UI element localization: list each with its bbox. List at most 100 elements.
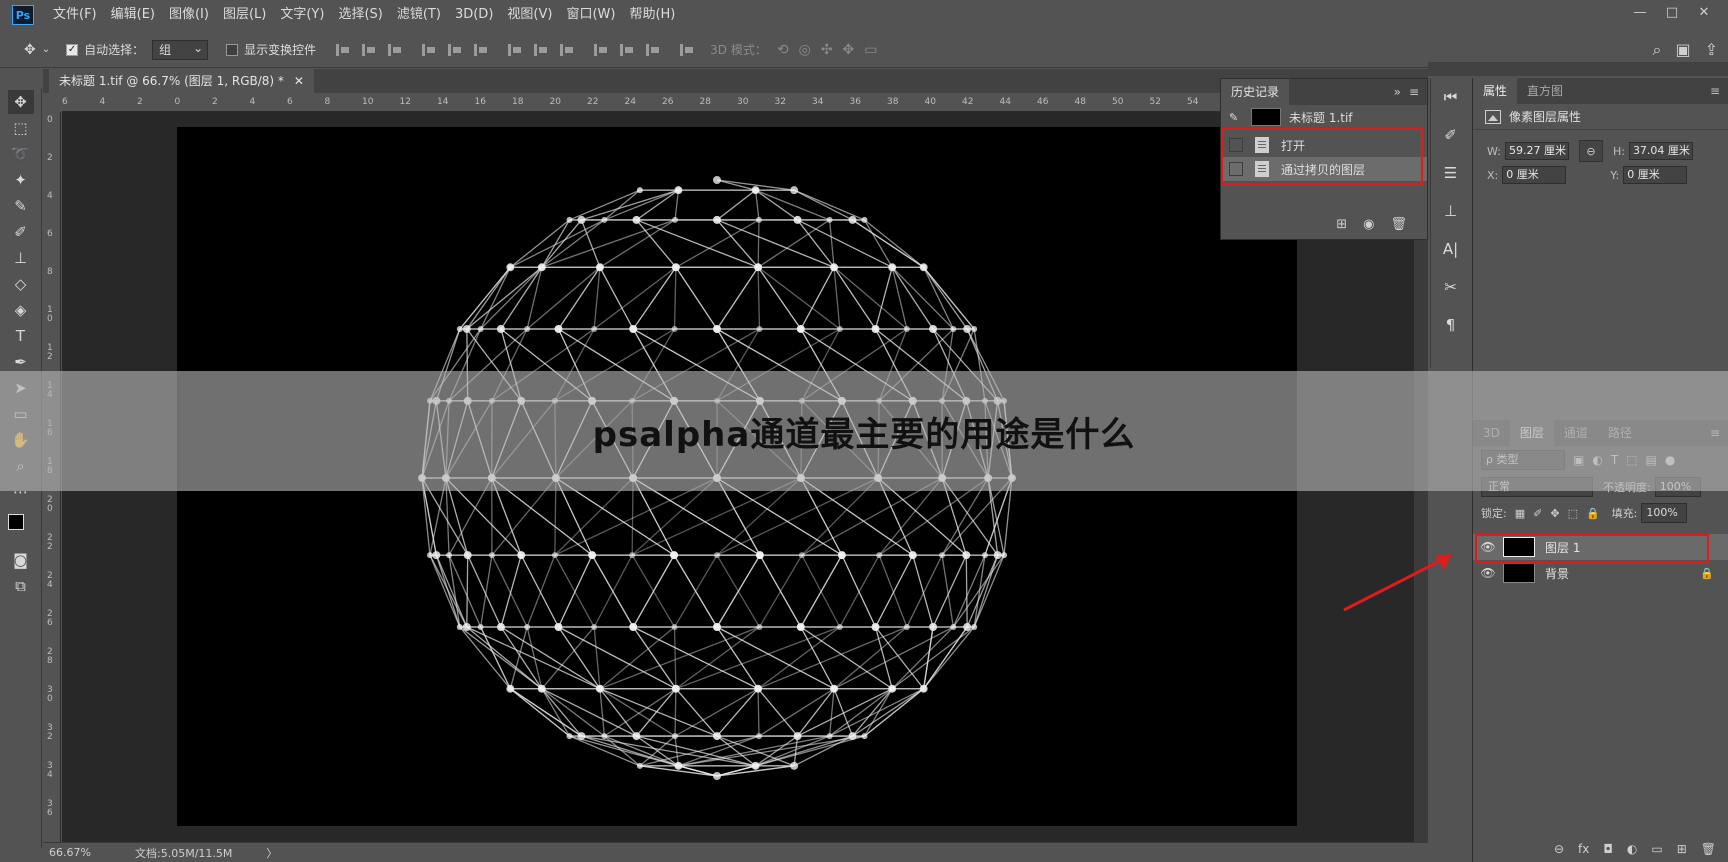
move-tool-preset[interactable]: ✥ ⌄ <box>24 42 50 58</box>
camera-icon[interactable]: ◉ <box>1363 217 1374 239</box>
menu-view[interactable]: 视图(V) <box>500 0 559 30</box>
stamp-dock-icon[interactable]: ⊥ <box>1438 198 1464 224</box>
history-snapshot[interactable]: ✎ 未标题 1.tif <box>1221 105 1427 129</box>
menu-window[interactable]: 窗口(W) <box>559 0 622 30</box>
marquee-tool-icon[interactable]: ⬚ <box>8 116 34 140</box>
minimize-button[interactable]: — <box>1624 0 1656 24</box>
wire-node <box>629 552 636 559</box>
link-layers-icon[interactable]: ⊖ <box>1554 842 1564 862</box>
new-layer-icon[interactable]: ⊞ <box>1677 842 1687 862</box>
menu-filter[interactable]: 滤镜(T) <box>390 0 448 30</box>
distribute-vcenter-icon[interactable] <box>532 42 550 58</box>
new-document-icon[interactable]: ⊞ <box>1336 217 1347 239</box>
paint-bucket-icon[interactable]: ◈ <box>8 298 34 322</box>
show-transform-checkbox[interactable] <box>226 43 239 56</box>
y-field[interactable]: 0 厘米 <box>1623 166 1688 184</box>
lock-artboard-icon[interactable]: ⬚ <box>1568 507 1578 520</box>
distribute-left-icon[interactable] <box>592 42 610 58</box>
auto-select-checkbox[interactable]: ✓ <box>66 43 79 56</box>
adjust-dock-icon[interactable]: ☰ <box>1438 160 1464 186</box>
paragraph-dock-icon[interactable]: ¶ <box>1438 312 1464 338</box>
roll-icon[interactable]: ◎ <box>799 42 811 58</box>
distribute-top-icon[interactable] <box>506 42 524 58</box>
close-tab-icon[interactable]: ✕ <box>294 69 304 93</box>
align-left-icon[interactable] <box>420 42 438 58</box>
panel-collapse-strip[interactable] <box>1428 62 1728 76</box>
wire-node <box>674 761 683 770</box>
document-tab[interactable]: 未标题 1.tif @ 66.7% (图层 1, RGB/8) * ✕ <box>49 69 314 93</box>
color-swatches[interactable] <box>6 512 36 542</box>
lock-all-icon[interactable]: 🔒 <box>1586 507 1600 520</box>
panel-menu-icon[interactable]: ≡ <box>1710 84 1720 98</box>
align-bottom-icon[interactable] <box>386 42 404 58</box>
menu-edit[interactable]: 编辑(E) <box>104 0 162 30</box>
add-mask-icon[interactable]: ◘ <box>1603 842 1613 862</box>
tab-history[interactable]: 历史记录 <box>1221 79 1290 105</box>
foreground-color[interactable] <box>7 514 24 530</box>
menu-image[interactable]: 图像(I) <box>162 0 216 30</box>
link-icon[interactable]: ⊖ <box>1578 140 1603 162</box>
move-tool-icon[interactable]: ✥ <box>7 90 34 114</box>
character-dock-icon[interactable]: A| <box>1438 236 1464 262</box>
width-field[interactable]: 59.27 厘米 <box>1504 142 1569 160</box>
search-icon[interactable]: ⌕ <box>1653 40 1662 60</box>
eyedropper-icon[interactable]: ✎ <box>8 194 34 218</box>
type-tool-icon[interactable]: T <box>8 324 34 348</box>
lasso-tool-icon[interactable]: ➰ <box>8 142 34 166</box>
x-field[interactable]: 0 厘米 <box>1502 166 1567 184</box>
auto-align-icon[interactable] <box>678 42 696 58</box>
distribute-hcenter-icon[interactable] <box>618 42 636 58</box>
panel-menu-icon[interactable]: ≡ <box>1409 85 1419 99</box>
menu-select[interactable]: 选择(S) <box>331 0 389 30</box>
align-hcenter-icon[interactable] <box>446 42 464 58</box>
height-field[interactable]: 37.04 厘米 <box>1628 142 1693 160</box>
eye-icon[interactable]: 👁 <box>1473 566 1503 580</box>
wire-line <box>923 266 968 330</box>
slide-icon[interactable]: ✥ <box>843 42 855 58</box>
height-label: H: <box>1612 144 1625 158</box>
align-vcenter-icon[interactable] <box>360 42 378 58</box>
auto-select-dropdown[interactable]: 组 <box>152 39 209 60</box>
tab-histogram[interactable]: 直方图 <box>1517 78 1573 104</box>
delete-layer-icon[interactable]: 🗑 <box>1701 842 1716 862</box>
eraser-tool-icon[interactable]: ◇ <box>8 272 34 296</box>
align-top-icon[interactable] <box>334 42 352 58</box>
brush-tool-icon[interactable]: ✐ <box>8 220 34 244</box>
lock-brush-icon[interactable]: ✐ <box>1533 507 1542 520</box>
drag-icon[interactable]: ✣ <box>821 42 833 58</box>
status-arrow-icon[interactable]: 〉 <box>266 845 277 861</box>
menu-layer[interactable]: 图层(L) <box>216 0 273 30</box>
screen-mode-icon[interactable]: ⧉ <box>8 574 34 598</box>
tab-properties[interactable]: 属性 <box>1473 78 1518 104</box>
maximize-button[interactable]: □ <box>1656 0 1688 24</box>
menu-help[interactable]: 帮助(H) <box>622 0 682 30</box>
expand-icon[interactable]: » <box>1394 85 1401 99</box>
align-right-icon[interactable] <box>472 42 490 58</box>
workspace-icon[interactable]: ▣ <box>1675 40 1690 60</box>
wire-line <box>878 554 908 628</box>
ruler-tick-label: 4 <box>99 97 106 107</box>
distribute-right-icon[interactable] <box>644 42 662 58</box>
lock-position-icon[interactable]: ✥ <box>1550 507 1559 520</box>
menu-3d[interactable]: 3D(D) <box>448 0 500 30</box>
quick-mask-icon[interactable]: ◙ <box>8 548 34 572</box>
magic-wand-icon[interactable]: ✦ <box>8 168 34 192</box>
fill-field[interactable]: 100% <box>1641 503 1688 523</box>
menu-file[interactable]: 文件(F) <box>46 0 104 30</box>
orbit-icon[interactable]: ⟲ <box>777 42 789 58</box>
menu-type[interactable]: 文字(Y) <box>273 0 331 30</box>
brush-dock-icon[interactable]: ✐ <box>1438 122 1464 148</box>
lock-pixels-icon[interactable]: ▦ <box>1515 507 1525 520</box>
zoom-level[interactable]: 66.67% <box>49 846 119 859</box>
camera-scale-icon[interactable]: ▭ <box>864 42 877 58</box>
distribute-bottom-icon[interactable] <box>558 42 576 58</box>
stamp-tool-icon[interactable]: ⊥ <box>8 246 34 270</box>
share-icon[interactable]: ⇪ <box>1705 40 1718 60</box>
new-group-icon[interactable]: ▭ <box>1651 842 1662 862</box>
history-dock-icon[interactable]: ⏮ <box>1438 84 1464 110</box>
tools-dock-icon[interactable]: ✂ <box>1438 274 1464 300</box>
fx-icon[interactable]: fx <box>1578 842 1589 862</box>
adjustment-layer-icon[interactable]: ◐ <box>1627 842 1637 862</box>
trash-icon[interactable]: 🗑 <box>1390 217 1407 239</box>
close-window-button[interactable]: ✕ <box>1688 0 1720 24</box>
